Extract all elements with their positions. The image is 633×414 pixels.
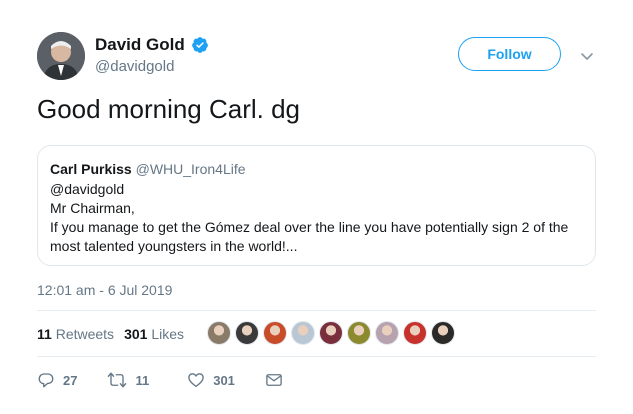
liker-avatar[interactable] bbox=[263, 321, 287, 345]
tweet-timestamp[interactable]: 12:01 am - 6 Jul 2019 bbox=[37, 282, 172, 298]
quoted-author-handle: @WHU_Iron4Life bbox=[135, 161, 246, 177]
retweet-count: 11 bbox=[135, 372, 150, 388]
retweet-icon bbox=[108, 372, 127, 388]
liker-avatar[interactable] bbox=[207, 321, 231, 345]
liker-avatar[interactable] bbox=[347, 321, 371, 345]
quoted-text-line: If you manage to get the Gómez deal over… bbox=[50, 219, 569, 235]
follow-button[interactable]: Follow bbox=[458, 37, 561, 71]
retweets-count: 11 bbox=[37, 326, 52, 342]
liker-avatar[interactable] bbox=[431, 321, 455, 345]
liker-avatars bbox=[207, 321, 459, 347]
author-display-name[interactable]: David Gold bbox=[95, 35, 185, 55]
liker-avatar[interactable] bbox=[375, 321, 399, 345]
liker-avatar[interactable] bbox=[403, 321, 427, 345]
message-icon bbox=[266, 374, 282, 386]
retweets-label: Retweets bbox=[55, 326, 115, 342]
tweet-card: David Gold @davidgold Follow Good mornin… bbox=[0, 0, 633, 414]
author-avatar[interactable] bbox=[37, 32, 85, 80]
likes-count: 301 bbox=[124, 326, 148, 342]
direct-message-button[interactable] bbox=[265, 371, 291, 389]
liker-avatar[interactable] bbox=[235, 321, 259, 345]
liker-avatar[interactable] bbox=[319, 321, 343, 345]
author-name-row: David Gold bbox=[95, 35, 209, 55]
likes-label: Likes bbox=[151, 326, 184, 342]
divider bbox=[37, 310, 596, 311]
verified-badge-icon bbox=[191, 36, 209, 54]
tweet-actions: 27 11 301 bbox=[37, 371, 321, 389]
quoted-text-line: @davidgold bbox=[50, 181, 125, 197]
quoted-tweet-text: @davidgold Mr Chairman, If you manage to… bbox=[50, 180, 585, 256]
reply-icon bbox=[38, 373, 54, 388]
author-handle[interactable]: @davidgold bbox=[95, 58, 174, 75]
like-icon bbox=[188, 373, 205, 388]
like-count: 301 bbox=[213, 372, 235, 388]
reply-button[interactable]: 27 bbox=[37, 371, 77, 389]
quoted-author-name: Carl Purkiss bbox=[50, 161, 132, 177]
retweet-button[interactable]: 11 bbox=[107, 371, 149, 389]
quoted-tweet[interactable]: Carl Purkiss @WHU_Iron4Life @davidgold M… bbox=[37, 145, 596, 266]
retweets-stat[interactable]: 11 Retweets bbox=[37, 326, 114, 342]
quoted-tweet-header: Carl Purkiss @WHU_Iron4Life bbox=[50, 161, 246, 177]
quoted-text-line: Mr Chairman, bbox=[50, 200, 135, 216]
like-button[interactable]: 301 bbox=[187, 371, 235, 389]
liker-avatar[interactable] bbox=[291, 321, 315, 345]
tweet-stats: 11 Retweets 301 Likes bbox=[37, 326, 194, 342]
likes-stat[interactable]: 301 Likes bbox=[124, 326, 184, 342]
quoted-text-line: most talented youngsters in the world!..… bbox=[50, 238, 298, 254]
divider bbox=[37, 356, 596, 357]
chevron-down-icon[interactable] bbox=[578, 47, 596, 65]
reply-count: 27 bbox=[63, 372, 78, 388]
tweet-text: Good morning Carl. dg bbox=[37, 94, 301, 124]
